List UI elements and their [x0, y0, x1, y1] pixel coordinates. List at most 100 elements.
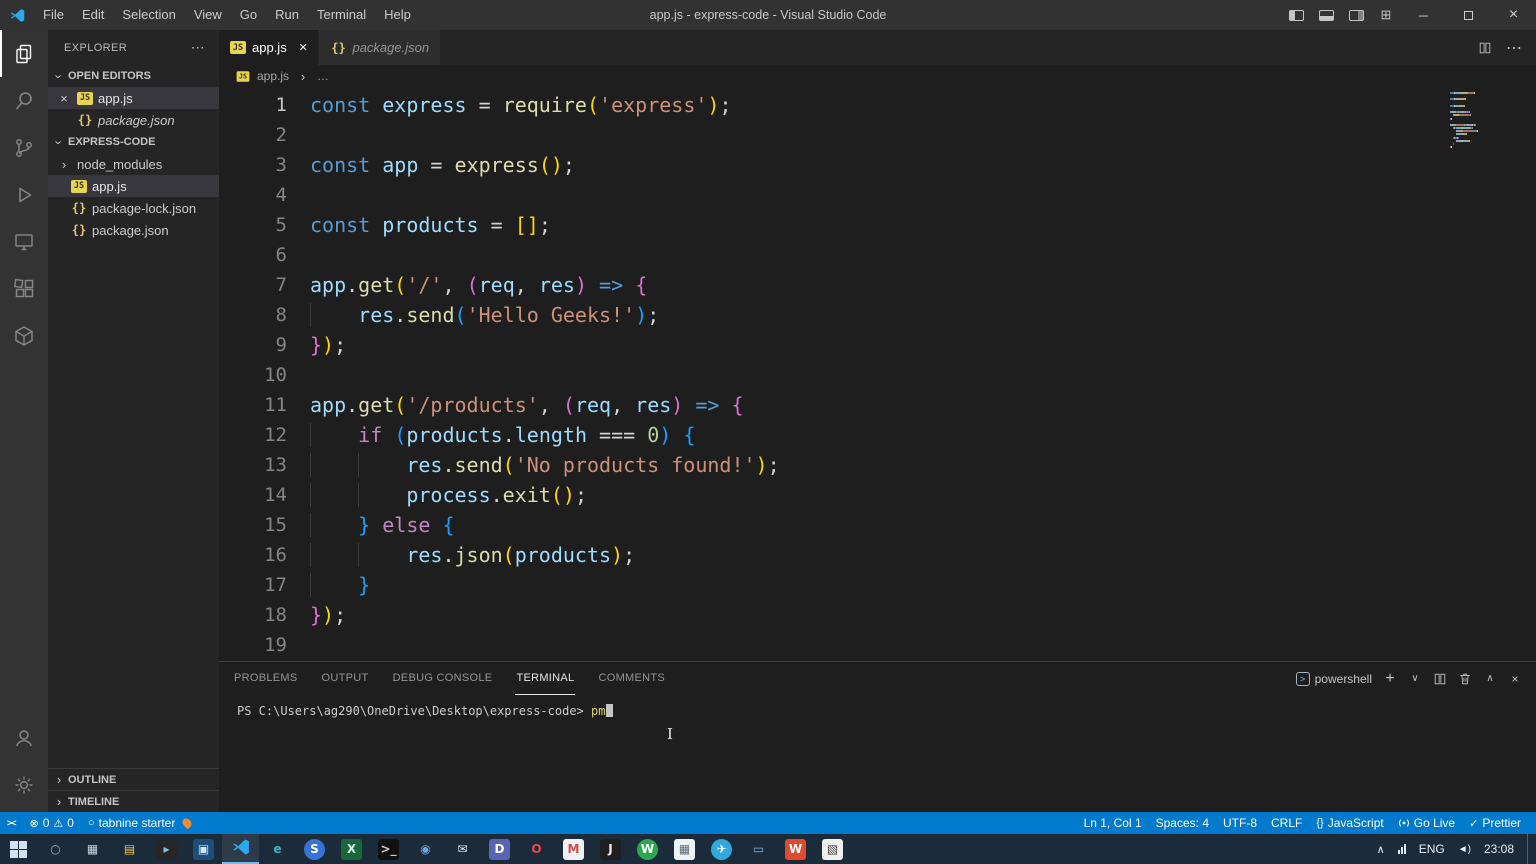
- customize-layout-icon[interactable]: ⊞: [1371, 0, 1401, 30]
- activity-packages[interactable]: [0, 312, 48, 359]
- panel-tab-problems[interactable]: PROBLEMS: [233, 662, 299, 695]
- taskbar-remote-desktop[interactable]: ▭: [740, 834, 777, 864]
- open-editor-app-js[interactable]: ×JSapp.js: [48, 87, 219, 109]
- more-actions-icon[interactable]: ⋯: [191, 39, 205, 56]
- status-language-mode[interactable]: {}JavaScript: [1309, 812, 1390, 834]
- breadcrumb-file[interactable]: app.js: [257, 69, 289, 83]
- status-eol[interactable]: CRLF: [1264, 812, 1309, 834]
- taskbar-whiteboard[interactable]: ▧: [814, 834, 851, 864]
- taskbar-cortana[interactable]: ○: [37, 834, 74, 864]
- close-tab-icon[interactable]: ×: [299, 39, 308, 56]
- tray-expand-icon[interactable]: ∧: [1377, 843, 1385, 856]
- toggle-secondary-sidebar-icon[interactable]: [1341, 0, 1371, 30]
- activity-accounts[interactable]: [0, 714, 48, 761]
- breadcrumb[interactable]: JS app.js › …: [219, 65, 1536, 87]
- taskbar-excel[interactable]: X: [333, 834, 370, 864]
- menu-go[interactable]: Go: [231, 0, 266, 30]
- workspace-folder-header[interactable]: › EXPRESS-CODE: [48, 131, 219, 153]
- status-prettier[interactable]: ✓Prettier: [1462, 812, 1528, 834]
- remote-indicator[interactable]: ><: [0, 812, 23, 834]
- taskbar-outlook[interactable]: M: [555, 834, 592, 864]
- maximize-button[interactable]: [1446, 0, 1491, 30]
- status-encoding[interactable]: UTF-8: [1216, 812, 1264, 834]
- close-icon[interactable]: ×: [56, 91, 72, 106]
- split-terminal-button[interactable]: [1433, 672, 1447, 686]
- show-desktop-button[interactable]: [1527, 834, 1532, 864]
- menu-terminal[interactable]: Terminal: [308, 0, 375, 30]
- tree-item-app-js[interactable]: JSapp.js: [48, 175, 219, 197]
- code-editor[interactable]: 1const express = require('express');23co…: [219, 87, 1536, 661]
- status-cursor-position[interactable]: Ln 1, Col 1: [1077, 812, 1149, 834]
- input-language[interactable]: ENG: [1419, 842, 1445, 856]
- tabnine-status[interactable]: ○ tabnine starter: [81, 812, 198, 834]
- activity-remote-explorer[interactable]: [0, 218, 48, 265]
- tree-item-package-lock-json[interactable]: {}package-lock.json: [48, 197, 219, 219]
- taskbar-media-app[interactable]: ▸: [148, 834, 185, 864]
- volume-icon[interactable]: ◄): [1458, 844, 1471, 855]
- clock[interactable]: 23:08: [1484, 842, 1514, 856]
- minimap[interactable]: [1450, 92, 1522, 153]
- taskbar-vscode[interactable]: [222, 834, 259, 864]
- menu-run[interactable]: Run: [266, 0, 308, 30]
- taskbar-wondershare[interactable]: W: [777, 834, 814, 864]
- tree-item-package-json[interactable]: {}package.json: [48, 219, 219, 241]
- close-panel-button[interactable]: ×: [1508, 672, 1522, 686]
- taskbar-task-view[interactable]: ▦: [74, 834, 111, 864]
- more-actions-icon[interactable]: ⋯: [1506, 38, 1522, 58]
- terminal-shell-selector[interactable]: > powershell: [1296, 672, 1372, 686]
- open-editors-header[interactable]: › OPEN EDITORS: [48, 65, 219, 87]
- terminal-profile-dropdown-icon[interactable]: ∨: [1408, 673, 1422, 684]
- menu-file[interactable]: File: [34, 0, 73, 30]
- taskbar-file-explorer[interactable]: ▤: [111, 834, 148, 864]
- outline-header[interactable]: › OUTLINE: [48, 768, 219, 790]
- vscode-logo-icon[interactable]: [0, 7, 34, 24]
- activity-extensions[interactable]: [0, 265, 48, 312]
- taskbar-skype[interactable]: S: [296, 834, 333, 864]
- toggle-sidebar-icon[interactable]: [1281, 0, 1311, 30]
- open-editor-package-json[interactable]: {}package.json: [48, 109, 219, 131]
- code-content[interactable]: 1const express = require('express');23co…: [219, 90, 1536, 660]
- taskbar-terminal-app[interactable]: >_: [370, 834, 407, 864]
- menu-selection[interactable]: Selection: [113, 0, 184, 30]
- close-button[interactable]: ×: [1491, 0, 1536, 30]
- tab-app-js[interactable]: JSapp.js×: [219, 30, 319, 65]
- toggle-panel-icon[interactable]: [1311, 0, 1341, 30]
- terminal-content[interactable]: PS C:\Users\ag290\OneDrive\Desktop\expre…: [219, 695, 1536, 812]
- status-indentation[interactable]: Spaces: 4: [1149, 812, 1216, 834]
- menu-view[interactable]: View: [185, 0, 231, 30]
- breadcrumb-symbol[interactable]: …: [317, 69, 329, 83]
- taskbar-jetbrains[interactable]: J: [592, 834, 629, 864]
- panel-tab-output[interactable]: OUTPUT: [321, 662, 370, 695]
- taskbar-start[interactable]: [0, 834, 37, 864]
- network-icon[interactable]: [1398, 844, 1406, 854]
- new-terminal-button[interactable]: +: [1383, 670, 1397, 688]
- activity-run-debug[interactable]: [0, 171, 48, 218]
- activity-search[interactable]: [0, 77, 48, 124]
- taskbar-opera[interactable]: O: [518, 834, 555, 864]
- taskbar-browser[interactable]: ◉: [407, 834, 444, 864]
- activity-settings[interactable]: [0, 761, 48, 808]
- taskbar-discord[interactable]: D: [481, 834, 518, 864]
- panel-tab-comments[interactable]: COMMENTS: [597, 662, 666, 695]
- activity-explorer[interactable]: [0, 30, 48, 77]
- taskbar-mail[interactable]: ✉: [444, 834, 481, 864]
- tab-package-json[interactable]: {}package.json: [319, 30, 441, 65]
- timeline-header[interactable]: › TIMELINE: [48, 790, 219, 812]
- taskbar-telegram[interactable]: ✈: [703, 834, 740, 864]
- taskbar-photos-app[interactable]: ▣: [185, 834, 222, 864]
- panel-tab-terminal[interactable]: TERMINAL: [515, 662, 575, 695]
- tree-item-node-modules[interactable]: ›node_modules: [48, 153, 219, 175]
- taskbar-whatsapp[interactable]: W: [629, 834, 666, 864]
- taskbar-gallery[interactable]: ▦: [666, 834, 703, 864]
- menu-edit[interactable]: Edit: [73, 0, 113, 30]
- activity-source-control[interactable]: [0, 124, 48, 171]
- minimize-button[interactable]: ─: [1401, 0, 1446, 30]
- split-editor-icon[interactable]: [1478, 41, 1492, 55]
- maximize-panel-button[interactable]: ∧: [1483, 673, 1497, 684]
- panel-tab-debug-console[interactable]: DEBUG CONSOLE: [392, 662, 494, 695]
- kill-terminal-button[interactable]: [1458, 672, 1472, 686]
- menu-help[interactable]: Help: [375, 0, 420, 30]
- problems-status[interactable]: ⊗ 0 ⚠ 0: [23, 812, 81, 834]
- taskbar-edge[interactable]: e: [259, 834, 296, 864]
- status-go-live[interactable]: Go Live: [1391, 812, 1462, 834]
